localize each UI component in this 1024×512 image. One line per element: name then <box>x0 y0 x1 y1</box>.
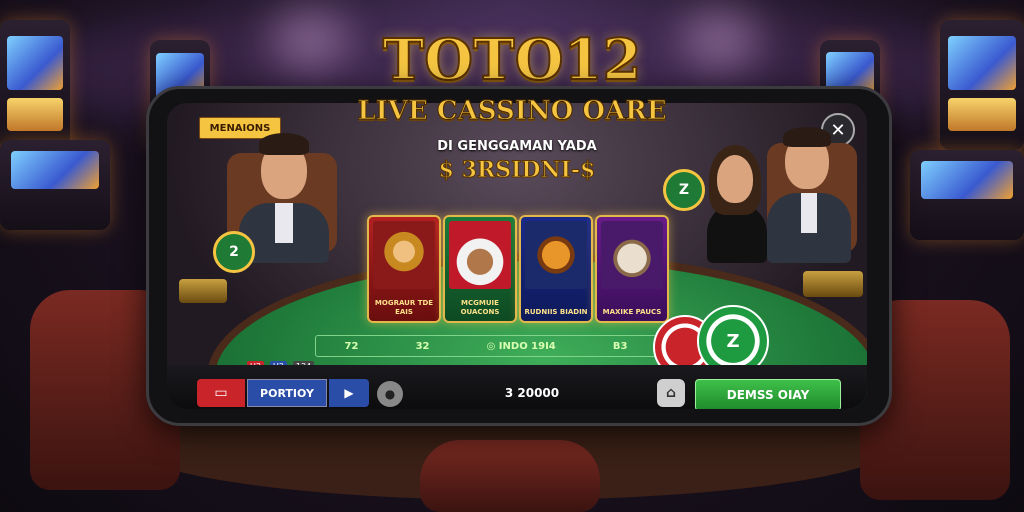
chip-badge-left[interactable]: 2 <box>213 231 255 273</box>
slot-machine <box>0 140 110 230</box>
wallet-button[interactable]: ▭ <box>197 379 245 407</box>
coin-icon: ◎ <box>486 340 499 352</box>
chip-badge-right[interactable]: Z <box>663 169 705 211</box>
bet-value[interactable]: 72 <box>345 341 359 352</box>
dog-cards-icon <box>449 221 511 289</box>
app-subtitle: LIVE CASSINO OARE <box>357 96 667 127</box>
woman-hat-icon <box>373 221 435 289</box>
bet-value[interactable]: 32 <box>416 341 430 352</box>
game-card[interactable]: RUDNIIS BIADIN <box>519 215 593 323</box>
demo-play-button[interactable]: DEMSS OIAY <box>695 379 841 409</box>
app-title: TOTO12 <box>382 27 643 93</box>
game-card-label: RUDNIIS BIADIN <box>524 308 588 316</box>
phone-frame: DI GENGGAMAN YADA $ 3RSIDNI-$ MENAIONS ✕ <box>146 86 892 426</box>
lioness-icon <box>601 221 663 289</box>
game-card[interactable]: MCGMUIE OUACONS <box>443 215 517 323</box>
bet-amount: 3 20000 <box>504 386 560 400</box>
game-card[interactable]: MOGRAUR TDE EAIS <box>367 215 441 323</box>
coin-icon: ● <box>384 387 396 401</box>
tiger-icon <box>525 221 587 289</box>
game-card-label: MOGRAUR TDE EAIS <box>374 299 434 316</box>
bet-value[interactable]: B3 <box>613 341 628 352</box>
next-button[interactable]: ▶ <box>329 379 369 407</box>
chevron-right-icon: ▶ <box>344 386 354 400</box>
mode-input[interactable] <box>247 379 327 407</box>
coin-button[interactable]: ● <box>377 381 403 407</box>
chip-tray-right <box>803 271 863 297</box>
game-card-label: MCGMUIE OUACONS <box>460 299 500 316</box>
cart-button[interactable]: ⌂ <box>657 379 685 407</box>
game-screen: DI GENGGAMAN YADA $ 3RSIDNI-$ MENAIONS ✕ <box>167 103 867 409</box>
game-card-label: MAXIKE PAUCS <box>602 308 662 316</box>
bet-row: 72 32 ◎ INDO 19I4 B3 <box>315 335 657 357</box>
dealer-right <box>687 123 867 263</box>
wallet-icon: ▭ <box>214 385 228 401</box>
slot-machine <box>910 150 1024 240</box>
cart-icon: ⌂ <box>665 385 677 401</box>
chip-tray-left <box>179 279 227 303</box>
bet-value[interactable]: ◎ INDO 19I4 <box>487 341 556 352</box>
chair <box>420 440 600 512</box>
game-card[interactable]: MAXIKE PAUCS <box>595 215 669 323</box>
